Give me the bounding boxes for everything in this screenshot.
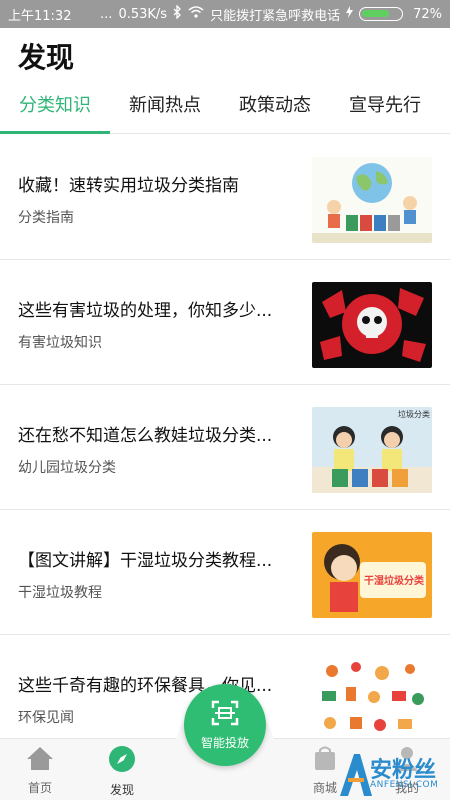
scan-icon: [211, 700, 239, 730]
article-list: 收藏！速转实用垃圾分类指南 分类指南 这些有害垃圾的处理，你知多少... 有害垃…: [0, 135, 450, 760]
article-title: 【图文讲解】干湿垃圾分类教程...: [18, 551, 273, 571]
tab-news-hotspot[interactable]: 新闻热点: [110, 88, 220, 134]
list-item[interactable]: 还在愁不知道怎么教娃垃圾分类... 幼儿园垃圾分类 垃圾分类: [0, 385, 450, 510]
smart-dispose-button[interactable]: 智能投放: [184, 684, 266, 766]
nav-shop-label: 商城: [312, 781, 337, 795]
nav-home-label: 首页: [27, 781, 52, 795]
charging-icon: [346, 6, 354, 22]
tab-classification-knowledge[interactable]: 分类知识: [0, 88, 110, 134]
category-tabs: 分类知识 新闻热点 政策动态 宣导先行: [0, 88, 450, 134]
wifi-icon: [188, 6, 204, 22]
battery-percent: 72%: [413, 6, 442, 22]
dry-wet-sorting-illustration: 干湿垃圾分类: [312, 532, 432, 618]
status-time: 上午11:32: [8, 8, 72, 24]
thumb-caption: 垃圾分类: [398, 409, 430, 419]
eco-tableware-illustration: [312, 657, 432, 743]
page-title: 发现: [18, 41, 75, 74]
bluetooth-icon: [173, 4, 182, 23]
list-item[interactable]: 这些有害垃圾的处理，你知多少... 有害垃圾知识: [0, 260, 450, 385]
list-item[interactable]: 收藏！速转实用垃圾分类指南 分类指南: [0, 135, 450, 260]
article-tag: 幼儿园垃圾分类: [18, 460, 116, 476]
network-speed: 0.53K/s: [118, 6, 168, 22]
thumb-caption: 干湿垃圾分类: [364, 574, 424, 587]
list-item[interactable]: 【图文讲解】干湿垃圾分类教程... 干湿垃圾教程 干湿垃圾分类: [0, 510, 450, 635]
article-title: 这些有害垃圾的处理，你知多少...: [18, 301, 273, 321]
article-title: 还在愁不知道怎么教娃垃圾分类...: [18, 426, 273, 446]
shopping-bag-icon: [312, 745, 338, 775]
nav-home[interactable]: 首页: [5, 739, 75, 800]
article-title: 收藏！速转实用垃圾分类指南: [18, 176, 239, 196]
tab-policy-updates[interactable]: 政策动态: [220, 88, 330, 134]
app-screen: 上午11:32 ... 0.53K/s 只能拨打紧急呼救电话 72% 发现 分类…: [0, 0, 450, 800]
emergency-text: 只能拨打紧急呼救电话: [210, 8, 341, 24]
status-dots: ...: [100, 6, 113, 22]
article-tag: 干湿垃圾教程: [18, 585, 102, 601]
children-sorting-photo: 垃圾分类: [312, 407, 432, 493]
article-tag: 分类指南: [18, 210, 74, 226]
home-icon: [25, 745, 55, 775]
watermark-subtext: ANFENSI.COM: [370, 780, 439, 790]
recycling-illustration-image: [312, 157, 432, 243]
nav-discover[interactable]: 发现: [87, 739, 157, 800]
nav-discover-label: 发现: [109, 783, 134, 797]
compass-icon: [108, 745, 136, 777]
smart-dispose-label: 智能投放: [200, 735, 249, 750]
article-tag: 环保见闻: [18, 710, 74, 726]
skull-hazard-image: [312, 282, 432, 368]
article-tag: 有害垃圾知识: [18, 335, 102, 351]
status-bar: 上午11:32 ... 0.53K/s 只能拨打紧急呼救电话 72%: [0, 0, 450, 28]
tab-promotion[interactable]: 宣导先行: [330, 88, 440, 134]
battery-icon: [359, 7, 404, 21]
